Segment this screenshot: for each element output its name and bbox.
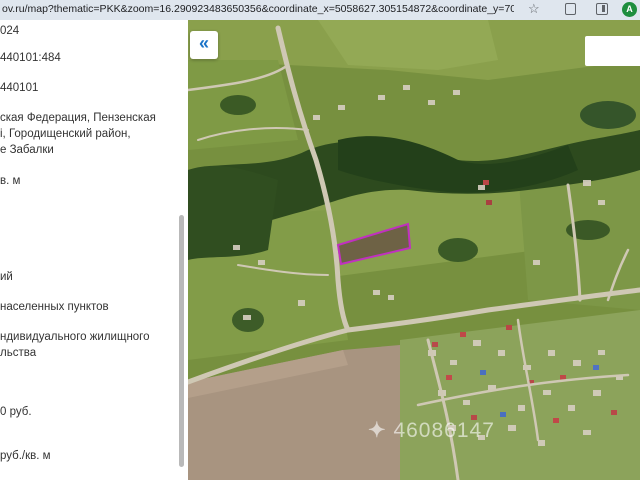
info-line-permitted-use-2: льства: [0, 347, 37, 359]
map-search-box[interactable]: [585, 36, 640, 66]
bookmark-star-icon[interactable]: ☆: [528, 1, 540, 17]
address-bar[interactable]: ov.ru/map?thematic=PKK&zoom=16.290923483…: [2, 3, 514, 15]
watermark: ✦ 46086147: [368, 418, 495, 443]
info-line-unit-value: руб./кв. м: [0, 450, 51, 462]
satellite-imagery: [188, 20, 640, 480]
collapse-panel-button[interactable]: «: [190, 31, 218, 59]
watermark-id: 46086147: [393, 419, 495, 442]
info-line-category: населенных пунктов: [0, 301, 109, 313]
watermark-logo-icon: ✦: [368, 419, 394, 442]
browser-toolbar: ov.ru/map?thematic=PKK&zoom=16.290923483…: [0, 0, 640, 20]
info-line-cadastral-value: 0 руб.: [0, 406, 32, 418]
info-line-quarter[interactable]: 440101: [0, 82, 38, 94]
info-line-address-2: і, Городищенский район,: [0, 128, 131, 140]
info-line-status: ий: [0, 271, 13, 283]
info-line-cadastral-number[interactable]: 440101:484: [0, 52, 61, 64]
info-line-address-1: ская Федерация, Пензенская: [0, 112, 156, 124]
info-line-area: в. м: [0, 175, 21, 187]
satellite-map[interactable]: « ✦ 46086147: [188, 20, 640, 480]
panel-scrollbar[interactable]: [179, 215, 184, 467]
parcel-info-panel: 024 440101:484 440101 ская Федерация, Пе…: [0, 20, 188, 480]
side-panel-icon[interactable]: [596, 3, 608, 15]
profile-avatar[interactable]: A: [622, 2, 637, 17]
info-line-permitted-use-1: ндивидуального жилищного: [0, 331, 150, 343]
extensions-icon[interactable]: [565, 3, 576, 15]
info-line-date: 024: [0, 25, 20, 37]
info-line-address-3: е Забалки: [0, 144, 54, 156]
